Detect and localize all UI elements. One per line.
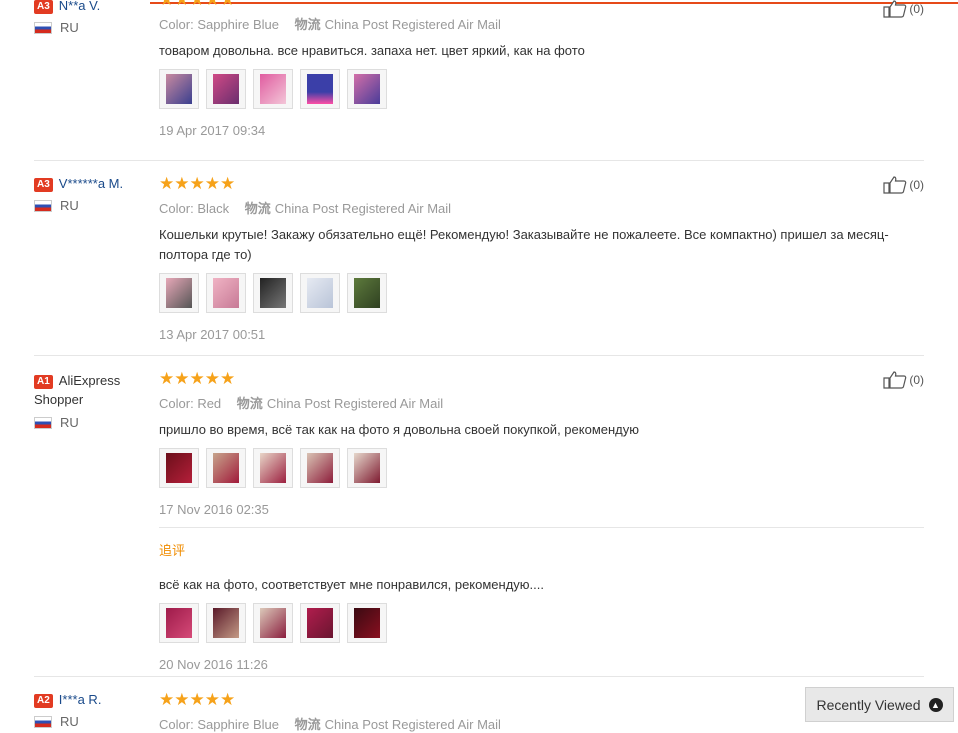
review-divider bbox=[34, 355, 924, 356]
level-badge: A1 bbox=[34, 375, 53, 389]
review-photo[interactable] bbox=[300, 273, 340, 313]
review-photo[interactable] bbox=[159, 603, 199, 643]
review-date: 19 Apr 2017 09:34 bbox=[159, 123, 266, 138]
review-text: товаром довольна. все нравиться. запаха … bbox=[159, 43, 585, 58]
review-photo[interactable] bbox=[253, 448, 293, 488]
review-meta: Color: Red 物流 China Post Registered Air M… bbox=[159, 396, 444, 411]
reviewer-info: A3 N**a V. RU bbox=[34, 0, 154, 35]
followup-date: 20 Nov 2016 11:26 bbox=[159, 657, 268, 672]
review-photo[interactable] bbox=[159, 273, 199, 313]
review-photo[interactable] bbox=[253, 603, 293, 643]
star-rating: ★★★★★ bbox=[159, 0, 924, 8]
review-photo[interactable] bbox=[206, 448, 246, 488]
flag-ru-icon bbox=[34, 416, 52, 429]
review-photo[interactable] bbox=[347, 603, 387, 643]
review-photos bbox=[159, 448, 924, 488]
reviewer-country: RU bbox=[34, 415, 154, 430]
review-photo[interactable] bbox=[347, 273, 387, 313]
review-photo[interactable] bbox=[206, 603, 246, 643]
review-text: Кошельки крутые! Закажу обязательно ещё!… bbox=[159, 227, 889, 262]
review-photo[interactable] bbox=[347, 448, 387, 488]
chevron-up-icon: ▲ bbox=[928, 697, 943, 712]
followup-photos bbox=[159, 603, 924, 643]
followup-label: 追评 bbox=[159, 543, 186, 558]
reviewer-info: A1 AliExpress Shopper RU bbox=[34, 371, 154, 430]
review-photo[interactable] bbox=[206, 69, 246, 109]
followup-text: всё как на фото, соответствует мне понра… bbox=[159, 577, 544, 592]
review-photo[interactable] bbox=[300, 448, 340, 488]
review-meta: Color: Black 物流 China Post Registered Air… bbox=[159, 201, 452, 216]
reviewer-info: A3 V******a M. RU bbox=[34, 176, 154, 213]
thumbs-up-icon bbox=[883, 0, 907, 18]
review-content: ★★★★★ Color: Sapphire Blue 物流China Post … bbox=[159, 0, 924, 138]
review-meta: Color: Sapphire Blue 物流 China Post Regist… bbox=[159, 17, 501, 32]
followup-divider bbox=[159, 527, 924, 528]
review-text: пришло во время, всё так как на фото я д… bbox=[159, 422, 639, 437]
recently-viewed-button[interactable]: Recently Viewed ▲ bbox=[805, 687, 954, 722]
thumbs-up-icon bbox=[883, 176, 907, 194]
review-divider bbox=[34, 676, 924, 677]
review-date: 13 Apr 2017 00:51 bbox=[159, 327, 266, 342]
level-badge: A2 bbox=[34, 694, 53, 708]
review-photo[interactable] bbox=[300, 69, 340, 109]
level-badge: A3 bbox=[34, 0, 53, 14]
review-photo[interactable] bbox=[253, 273, 293, 313]
review-photo[interactable] bbox=[253, 69, 293, 109]
reviewer-info: A2 I***a R. RU bbox=[34, 692, 154, 729]
like-button[interactable]: (0) bbox=[883, 371, 924, 389]
review-photo[interactable] bbox=[347, 69, 387, 109]
review-divider bbox=[34, 160, 924, 161]
review-content: ★★★★★ Color: Black 物流 China Post Register… bbox=[159, 174, 924, 342]
review-photo[interactable] bbox=[206, 273, 246, 313]
reviewer-name[interactable]: V******a M. bbox=[59, 176, 123, 191]
star-rating: ★★★★★ bbox=[159, 369, 236, 388]
review-photo[interactable] bbox=[159, 69, 199, 109]
star-rating: ★★★★★ bbox=[159, 174, 236, 193]
review-content: ★★★★★ Color: Red 物流 China Post Registered… bbox=[159, 369, 924, 672]
reviewer-country: RU bbox=[34, 20, 154, 35]
flag-ru-icon bbox=[34, 199, 52, 212]
reviewer-country: RU bbox=[34, 198, 154, 213]
thumbs-up-icon bbox=[883, 371, 907, 389]
like-button[interactable]: (0) bbox=[883, 0, 924, 18]
review-photo[interactable] bbox=[300, 603, 340, 643]
review-date: 17 Nov 2016 02:35 bbox=[159, 502, 269, 517]
reviewer-name[interactable]: I***a R. bbox=[59, 692, 102, 707]
like-button[interactable]: (0) bbox=[883, 176, 924, 194]
review-photo[interactable] bbox=[159, 448, 199, 488]
review-photos bbox=[159, 273, 924, 313]
review-photos bbox=[159, 69, 924, 109]
recently-viewed-label: Recently Viewed bbox=[816, 696, 921, 713]
flag-ru-icon bbox=[34, 21, 52, 34]
level-badge: A3 bbox=[34, 178, 53, 192]
reviewer-name[interactable]: N**a V. bbox=[59, 0, 100, 13]
